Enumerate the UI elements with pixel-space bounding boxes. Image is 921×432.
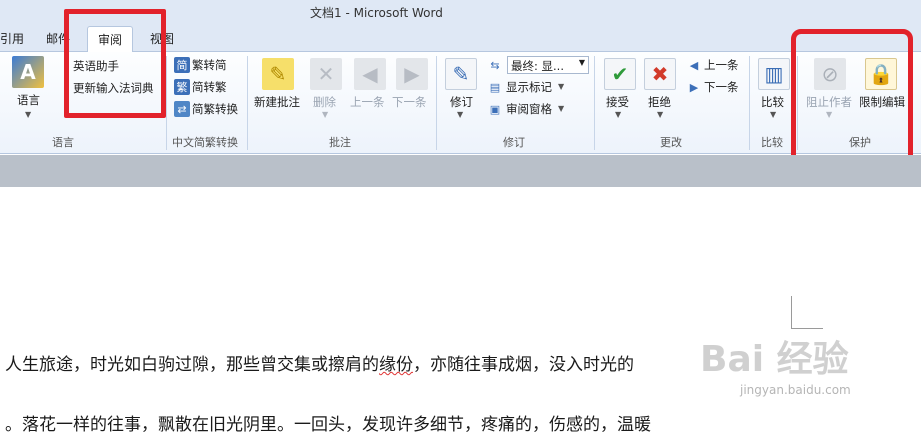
ruler-area — [0, 155, 921, 187]
previous-comment-button[interactable]: 上一条 — [350, 94, 385, 110]
chevron-down-icon[interactable]: ▼ — [558, 82, 564, 91]
chinese-conversion-button[interactable]: 简繁转换 — [192, 101, 238, 117]
display-for-review-icon: ⇆ — [490, 58, 500, 72]
group-label-comments: 批注 — [329, 136, 351, 149]
display-for-review-select[interactable]: 最终: 显... ▼ — [507, 56, 589, 74]
new-comment-icon: ✎ — [262, 58, 294, 90]
chevron-down-icon[interactable]: ▼ — [322, 110, 328, 119]
reviewing-pane-button[interactable]: 审阅窗格 — [506, 101, 552, 117]
baidu-watermark-url: jingyan.baidu.com — [740, 383, 851, 397]
previous-comment-icon: ◀ — [354, 58, 386, 90]
title-bar: 文档1 - Microsoft Word — [0, 0, 921, 24]
delete-comment-icon: ✕ — [310, 58, 342, 90]
track-changes-button[interactable]: 修订 — [450, 94, 473, 110]
traditional-to-simplified-button[interactable]: 繁转简 — [192, 57, 227, 73]
next-comment-button[interactable]: 下一条 — [392, 94, 427, 110]
next-change-icon: ▶ — [689, 80, 699, 94]
new-comment-button[interactable]: 新建批注 — [254, 94, 300, 110]
group-label-protect: 保护 — [849, 136, 871, 149]
chevron-down-icon[interactable]: ▼ — [558, 104, 564, 113]
group-label-tracking: 修订 — [503, 136, 525, 149]
page-margin-marker — [791, 328, 823, 329]
compare-button[interactable]: 比较 — [761, 94, 784, 110]
show-markup-button[interactable]: 显示标记 — [506, 79, 552, 95]
to-simplified-icon: 简 — [174, 57, 190, 73]
ribbon-review: A 语言 ▼ 英语助手 更新输入法词典 语言 简 繁转简 繁 简转繁 ⇄ 简繁转… — [0, 52, 921, 154]
group-label-chinese-conversion: 中文简繁转换 — [172, 136, 238, 149]
accept-button[interactable]: 接受 — [606, 94, 629, 110]
group-separator — [594, 56, 595, 150]
group-label-compare: 比较 — [761, 136, 783, 149]
track-changes-icon: ✎ — [445, 58, 477, 90]
ribbon-tab-bar: 引用 邮件 审阅 视图 — [0, 24, 921, 53]
previous-change-icon: ◀ — [689, 58, 699, 72]
english-assistant-button[interactable]: 英语助手 — [73, 58, 119, 74]
spelling-flagged-word: 缘份 — [379, 355, 413, 375]
chevron-down-icon[interactable]: ▼ — [657, 110, 663, 119]
simplified-to-traditional-button[interactable]: 简转繁 — [192, 79, 227, 95]
next-change-button[interactable]: 下一条 — [704, 79, 739, 95]
chevron-down-icon[interactable]: ▼ — [25, 110, 31, 119]
language-icon: A — [12, 56, 44, 88]
page-margin-marker — [791, 296, 792, 328]
accept-icon: ✔ — [604, 58, 636, 90]
previous-change-button[interactable]: 上一条 — [704, 57, 739, 73]
line1-text-before: 人生旅途，时光如白驹过隙，那些曾交集或擦肩的 — [5, 355, 379, 375]
document-line-2[interactable]: 。落花一样的往事，飘散在旧光阴里。一回头，发现许多细节，疼痛的，伤感的，温暖 — [5, 410, 651, 432]
delete-comment-button[interactable]: 删除 — [313, 94, 336, 110]
chevron-down-icon[interactable]: ▼ — [826, 110, 832, 119]
reviewing-pane-icon: ▣ — [489, 102, 501, 116]
group-label-language: 语言 — [52, 136, 74, 149]
chevron-down-icon[interactable]: ▼ — [457, 110, 463, 119]
group-separator — [797, 56, 798, 150]
block-authors-icon: ⊘ — [814, 58, 846, 90]
convert-icon: ⇄ — [174, 101, 190, 117]
document-line-1[interactable]: 人生旅途，时光如白驹过隙，那些曾交集或擦肩的缘份，亦随往事成烟，没入时光的 — [5, 350, 634, 375]
group-separator — [166, 56, 167, 150]
tab-mailings[interactable]: 邮件 — [46, 30, 70, 47]
compare-icon: ▥ — [758, 58, 790, 90]
chevron-down-icon[interactable]: ▼ — [770, 110, 776, 119]
group-label-changes: 更改 — [660, 136, 682, 149]
update-ime-dictionary-button[interactable]: 更新输入法词典 — [73, 80, 154, 96]
block-authors-button[interactable]: 阻止作者 — [806, 94, 852, 110]
language-button[interactable]: 语言 — [17, 92, 40, 108]
group-separator — [247, 56, 248, 150]
reject-icon: ✖ — [644, 58, 676, 90]
display-for-review-value: 最终: 显... — [511, 59, 564, 73]
chevron-down-icon: ▼ — [578, 58, 585, 67]
chevron-down-icon[interactable]: ▼ — [615, 110, 621, 119]
tab-references[interactable]: 引用 — [0, 30, 24, 47]
lock-icon: 🔒 — [865, 58, 897, 90]
group-separator — [749, 56, 750, 150]
baidu-watermark: Bai 经验 — [700, 339, 849, 380]
window-title: 文档1 - Microsoft Word — [310, 6, 443, 20]
next-comment-icon: ▶ — [396, 58, 428, 90]
tab-view[interactable]: 视图 — [150, 30, 174, 47]
tab-review[interactable]: 审阅 — [87, 26, 134, 53]
line1-text-after: ，亦随往事成烟，没入时光的 — [413, 355, 634, 375]
show-markup-icon: ▤ — [489, 80, 501, 94]
restrict-editing-button[interactable]: 限制编辑 — [859, 94, 905, 110]
to-traditional-icon: 繁 — [174, 79, 190, 95]
reject-button[interactable]: 拒绝 — [648, 94, 671, 110]
group-separator — [436, 56, 437, 150]
